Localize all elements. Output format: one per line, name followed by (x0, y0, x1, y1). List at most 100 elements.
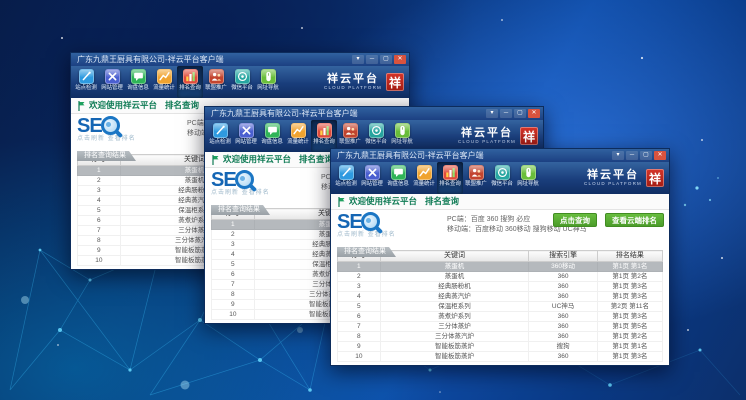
ranking-icon (183, 69, 198, 84)
minimize-button[interactable]: ─ (626, 151, 638, 160)
cell-keyword: 蒸蛋机 (380, 272, 529, 282)
toolbar-item-label: 询盘信息 (387, 181, 409, 186)
table-row[interactable]: 8三分体蒸汽炉360第1页 第2名 (338, 332, 663, 342)
toolbar-item-wechat[interactable]: 微信平台 (489, 162, 515, 194)
table-row[interactable]: 6蒸煮炉系列360第1页 第3名 (338, 312, 663, 322)
window-title: 广东九鼎王厨具有限公司-祥云平台客户端 (77, 53, 352, 66)
skin-button[interactable]: ▾ (352, 55, 364, 64)
site-manage-icon (239, 123, 254, 138)
toolbar-item-label: 排名查询 (179, 85, 201, 90)
close-button[interactable]: ✕ (528, 109, 540, 118)
seo-logo-caption: 点击刷新 查看排名 (211, 190, 311, 196)
window-titlebar[interactable]: 广东九鼎王厨具有限公司-祥云平台客户端 ▾ ─ ▢ ✕ (205, 107, 543, 120)
table-row[interactable]: 7三分体蒸炉360第1页 第5名 (338, 322, 663, 332)
toolbar-item-wechat[interactable]: 微信平台 (229, 66, 255, 98)
tab-ranking-results[interactable]: 排名查询结果 (337, 247, 396, 257)
cell-no: 8 (78, 236, 121, 246)
toolbar-item-inquiry[interactable]: 询盘信息 (125, 66, 151, 98)
toolbar-item-label: 网址导航 (391, 139, 413, 144)
brand-logo: 祥 (646, 169, 664, 187)
maximize-button[interactable]: ▢ (514, 109, 526, 118)
toolbar-item-site-check[interactable]: 站点检测 (73, 66, 99, 98)
toolbar-item-promotion[interactable]: 联盟推广 (203, 66, 229, 98)
magnifier-icon (235, 170, 254, 189)
nav-icon (395, 123, 410, 138)
toolbar-item-traffic[interactable]: 流量统计 (285, 120, 311, 152)
toolbar-item-label: 流量统计 (413, 181, 435, 186)
toolbar-item-label: 微信平台 (365, 139, 387, 144)
table-row[interactable]: 10智能板筋蒸炉360第1页 第3名 (338, 352, 663, 362)
cell-result: 第1页 第3名 (597, 292, 662, 302)
skin-button[interactable]: ▾ (486, 109, 498, 118)
toolbar-item-site-check[interactable]: 站点检测 (333, 162, 359, 194)
column-header: 排名结果 (597, 251, 662, 262)
brand-subtitle: CLOUD PLATFORM (324, 85, 382, 90)
toolbar: 站点检测网站管理询盘信息流量统计排名查询联盟推广微信平台网址导航 祥云平台 CL… (331, 162, 669, 194)
tab-ranking-results[interactable]: 排名查询结果 (211, 205, 270, 215)
cell-result: 第1页 第3名 (597, 282, 662, 292)
cell-no: 5 (212, 260, 255, 270)
close-button[interactable]: ✕ (394, 55, 406, 64)
cell-result: 第1页 第3名 (597, 352, 662, 362)
brand-logo: 祥 (520, 127, 538, 145)
section-title: 排名查询 (165, 98, 199, 113)
toolbar-item-site-check[interactable]: 站点检测 (207, 120, 233, 152)
maximize-button[interactable]: ▢ (380, 55, 392, 64)
toolbar-item-label: 站点检测 (209, 139, 231, 144)
cell-keyword: 蒸煮炉系列 (380, 312, 529, 322)
toolbar-item-label: 联盟推广 (465, 181, 487, 186)
cell-no: 2 (212, 230, 255, 240)
window-titlebar[interactable]: 广东九鼎王厨具有限公司-祥云平台客户端 ▾ ─ ▢ ✕ (331, 149, 669, 162)
tab-ranking-results[interactable]: 排名查询结果 (77, 151, 136, 161)
skin-button[interactable]: ▾ (612, 151, 624, 160)
cell-keyword: 保温柜系列 (380, 302, 529, 312)
cell-no: 9 (78, 246, 121, 256)
cell-no: 7 (212, 280, 255, 290)
table-row[interactable]: 3经典肠粉机360第1页 第3名 (338, 282, 663, 292)
view-cloud-ranking-button[interactable]: 查看云端排名 (605, 213, 664, 227)
table-row[interactable]: 5保温柜系列UC神马第2页 第11名 (338, 302, 663, 312)
brand-subtitle: CLOUD PLATFORM (584, 181, 642, 186)
flag-icon (212, 155, 219, 165)
toolbar-item-label: 排名查询 (439, 181, 461, 186)
promotion-icon (343, 123, 358, 138)
table-row[interactable]: 9智能板筋蒸炉搜狗第1页 第1名 (338, 342, 663, 352)
cell-no: 6 (78, 216, 121, 226)
cell-no: 7 (78, 226, 121, 236)
inquiry-icon (391, 165, 406, 180)
table-row[interactable]: 1蒸蛋机360移动第1页 第1名 (338, 262, 663, 272)
toolbar-item-ranking[interactable]: 排名查询 (437, 162, 463, 194)
cell-engine: 360 (529, 352, 597, 362)
cell-no: 8 (212, 290, 255, 300)
toolbar-item-site-manage[interactable]: 网站管理 (359, 162, 385, 194)
site-check-icon (213, 123, 228, 138)
seo-logo-text: SE (211, 170, 236, 190)
toolbar-item-inquiry[interactable]: 询盘信息 (385, 162, 411, 194)
toolbar-item-nav[interactable]: 网址导航 (255, 66, 281, 98)
cell-no: 4 (212, 250, 255, 260)
cell-result: 第1页 第3名 (597, 312, 662, 322)
toolbar-item-promotion[interactable]: 联盟推广 (463, 162, 489, 194)
window-titlebar[interactable]: 广东九鼎王厨具有限公司-祥云平台客户端 ▾ ─ ▢ ✕ (71, 53, 409, 66)
cell-no: 8 (338, 332, 381, 342)
table-row[interactable]: 4经典蒸汽炉360第1页 第3名 (338, 292, 663, 302)
table-row[interactable]: 2蒸蛋机360第1页 第2名 (338, 272, 663, 282)
minimize-button[interactable]: ─ (366, 55, 378, 64)
toolbar-item-traffic[interactable]: 流量统计 (151, 66, 177, 98)
close-button[interactable]: ✕ (654, 151, 666, 160)
toolbar-item-traffic[interactable]: 流量统计 (411, 162, 437, 194)
toolbar-item-site-manage[interactable]: 网站管理 (99, 66, 125, 98)
minimize-button[interactable]: ─ (500, 109, 512, 118)
query-button[interactable]: 点击查询 (553, 213, 597, 227)
cell-keyword: 三分体蒸汽炉 (380, 332, 529, 342)
cell-no: 2 (78, 176, 121, 186)
cell-result: 第1页 第1名 (597, 342, 662, 352)
cell-no: 9 (212, 300, 255, 310)
toolbar-item-ranking[interactable]: 排名查询 (177, 66, 203, 98)
brand-text: 祥云平台 CLOUD PLATFORM (584, 170, 642, 186)
magnifier-icon (101, 116, 120, 135)
toolbar-item-inquiry[interactable]: 询盘信息 (259, 120, 285, 152)
maximize-button[interactable]: ▢ (640, 151, 652, 160)
toolbar-item-nav[interactable]: 网址导航 (515, 162, 541, 194)
toolbar-item-site-manage[interactable]: 网站管理 (233, 120, 259, 152)
